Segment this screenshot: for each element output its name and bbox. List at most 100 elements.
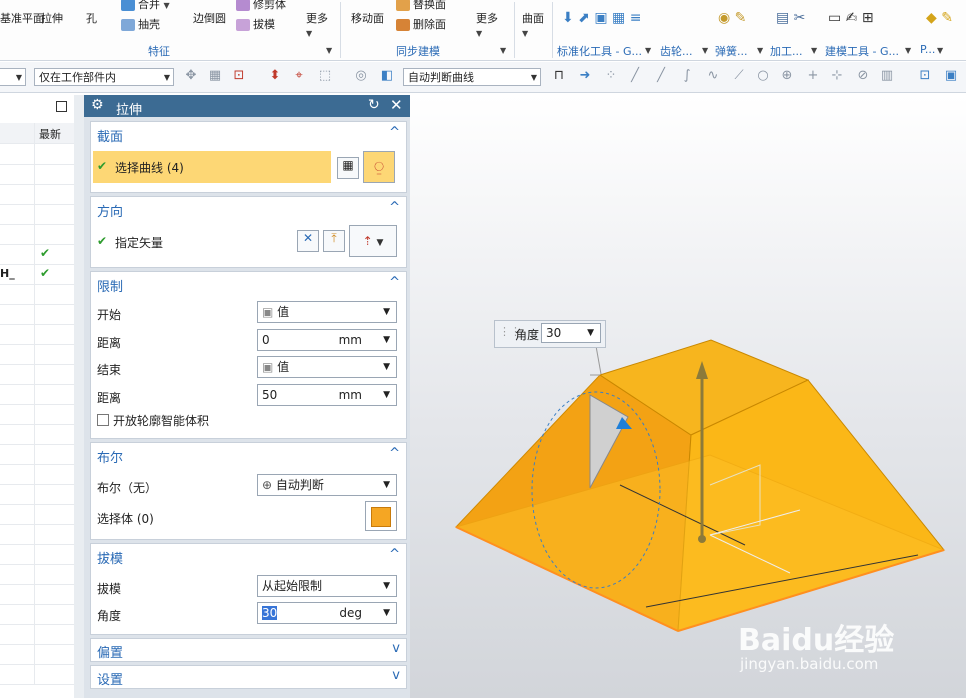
open-profile-checkbox[interactable] <box>97 414 109 426</box>
collapse-caret-icon[interactable]: ^ <box>389 446 400 461</box>
snap-icon[interactable]: ✥ <box>184 69 198 83</box>
curve-rule-combo[interactable]: 自动判断曲线 ▼ <box>403 68 541 86</box>
deselect-icon[interactable]: ⊡ <box>232 69 246 83</box>
curve-icon[interactable]: ∫ <box>680 69 694 83</box>
end-distance-input[interactable]: 50 mm ▼ <box>257 384 397 406</box>
curve-select-button[interactable]: ⍜ <box>363 151 395 183</box>
table-row[interactable] <box>0 284 74 305</box>
draft-button[interactable]: 拔模 <box>236 16 275 32</box>
grid-icon[interactable]: ⁘ <box>604 69 618 83</box>
table-row[interactable] <box>0 164 74 185</box>
more-arrow[interactable]: ▼ <box>937 46 943 55</box>
angle-icon[interactable]: ∿ <box>706 69 720 83</box>
select-move-icon[interactable]: ⬍ <box>268 69 282 83</box>
bounds-icon[interactable]: ⊓ <box>552 69 566 83</box>
gear-spring-icons[interactable]: ◉ ✎ <box>718 10 746 26</box>
vector-origin[interactable] <box>698 535 706 543</box>
table-row[interactable] <box>0 644 74 665</box>
table-row[interactable] <box>0 484 74 505</box>
modeling-tool-icons[interactable]: ▭ ✍ ⊞ <box>828 10 874 26</box>
angle-onscreen-input[interactable]: 30 ▼ <box>541 323 601 343</box>
move-face-button[interactable]: 移动面 <box>351 10 384 26</box>
settings-title[interactable]: 设置 <box>97 669 123 688</box>
std-tools-arrow[interactable]: ▼ <box>645 46 651 55</box>
table-row[interactable]: ✔ <box>0 244 74 265</box>
edge-blend-button[interactable]: 边倒圆 <box>193 10 226 26</box>
table-row[interactable]: H_ ✔ <box>0 264 74 285</box>
datum-plane-button[interactable]: 基准平面 <box>0 10 44 26</box>
draft-type-select[interactable]: 从起始限制 ▼ <box>257 575 397 597</box>
solid-icon[interactable]: ◧ <box>380 69 394 83</box>
surface-button[interactable]: 曲面 ▼ <box>522 10 544 39</box>
shell-button[interactable]: 抽壳 <box>121 16 160 32</box>
replace-face-button[interactable]: 替换面 <box>396 0 446 12</box>
target-icon[interactable]: ⊕ <box>780 69 794 83</box>
offset-title[interactable]: 偏置 <box>97 642 123 661</box>
more-tool-icons[interactable]: ◆ ✎ <box>926 10 953 26</box>
table-row[interactable] <box>0 544 74 565</box>
zoom-icon[interactable]: ⊡ <box>918 69 932 83</box>
close-icon[interactable]: ✕ <box>390 96 403 114</box>
table-row[interactable] <box>0 364 74 385</box>
table-row[interactable] <box>0 184 74 205</box>
line-icon[interactable]: ╱ <box>628 69 642 83</box>
boolean-title[interactable]: 布尔 <box>97 447 123 466</box>
node-icon[interactable]: ⊹ <box>830 69 844 83</box>
tangent2-icon[interactable]: ⊘ <box>856 69 870 83</box>
collapse-caret-icon[interactable]: ^ <box>389 125 400 140</box>
draft-title[interactable]: 拔模 <box>97 548 123 567</box>
rectangle-select-icon[interactable]: ⬚ <box>318 69 332 83</box>
latest-column-header[interactable]: 最新 <box>39 126 61 142</box>
mesh-icon[interactable]: ▥ <box>880 69 894 83</box>
direction-title[interactable]: 方向 <box>97 201 123 220</box>
table-row[interactable] <box>0 424 74 445</box>
model-view[interactable] <box>410 95 966 698</box>
circle-icon[interactable]: ○ <box>756 69 770 83</box>
collapse-caret-icon[interactable]: ^ <box>389 200 400 215</box>
machining-arrow[interactable]: ▼ <box>811 46 817 55</box>
select-curve-row[interactable]: ✔ 选择曲线 (4) <box>93 151 331 183</box>
table-row[interactable] <box>0 464 74 485</box>
section-title[interactable]: 截面 <box>97 126 123 145</box>
plus-icon[interactable]: + <box>806 69 820 83</box>
vector-dialog-button[interactable]: ⤒ <box>323 230 345 252</box>
table-row[interactable] <box>0 324 74 345</box>
table-row[interactable] <box>0 604 74 625</box>
line2-icon[interactable]: ╱ <box>654 69 668 83</box>
expand-caret-icon[interactable]: v <box>392 641 400 656</box>
gear-arrow[interactable]: ▼ <box>702 46 708 55</box>
table-row[interactable] <box>0 444 74 465</box>
table-row[interactable] <box>0 384 74 405</box>
arrow-icon[interactable]: ➜ <box>578 69 592 83</box>
table-row[interactable] <box>0 564 74 585</box>
tangent-icon[interactable]: ⟋ <box>732 69 746 83</box>
select-body-button[interactable] <box>365 501 397 531</box>
extrude-button[interactable]: 拉伸 <box>41 10 63 26</box>
point-icon[interactable]: ⌖ <box>292 69 306 83</box>
offset-group[interactable]: 偏置 v <box>90 638 407 662</box>
collapse-caret-icon[interactable]: ^ <box>389 547 400 562</box>
vector-type-dropdown[interactable]: ⇡ ▼ <box>349 225 397 257</box>
table-row[interactable] <box>0 504 74 525</box>
unite-button[interactable]: 合并 ▼ <box>121 0 170 12</box>
table-row[interactable] <box>0 404 74 425</box>
table-row[interactable] <box>0 304 74 325</box>
sketch-section-button[interactable]: ▦ <box>337 157 359 179</box>
dialog-title-bar[interactable]: ⚙ 拉伸 ↻ ✕ <box>84 95 410 118</box>
selection-scope-combo[interactable]: 仅在工作部件内 ▼ <box>34 68 174 86</box>
table-row[interactable] <box>0 224 74 245</box>
delete-face-button[interactable]: 删除面 <box>396 16 446 32</box>
table-row[interactable] <box>0 584 74 605</box>
graphics-viewport[interactable]: ⋮⋮ 角度 30 ▼ Baidu经验 jingyan.baidu.com <box>410 95 966 698</box>
more-sync-button[interactable]: 更多 ▼ <box>476 10 498 39</box>
boolean-select[interactable]: ⊕ 自动判断 ▼ <box>257 474 397 496</box>
table-row[interactable] <box>0 524 74 545</box>
more-feature-button[interactable]: 更多 ▼ <box>306 10 328 39</box>
expand-caret-icon[interactable]: v <box>392 668 400 683</box>
start-type-select[interactable]: ▣ 值 ▼ <box>257 301 397 323</box>
spring-arrow[interactable]: ▼ <box>757 46 763 55</box>
table-row[interactable] <box>0 144 74 165</box>
table-row[interactable] <box>0 624 74 645</box>
fit-icon[interactable]: ▣ <box>944 69 958 83</box>
limits-title[interactable]: 限制 <box>97 276 123 295</box>
